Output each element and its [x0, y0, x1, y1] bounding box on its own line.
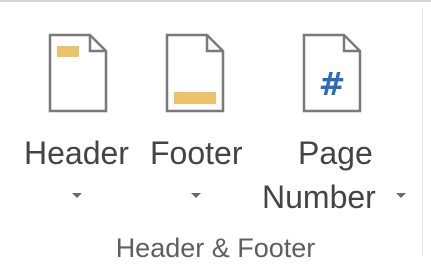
ribbon-group-header-footer: Header Footer # Page Number Header & Foo… [0, 0, 431, 269]
group-separator [422, 8, 423, 256]
footer-button[interactable]: Footer [146, 2, 256, 228]
hash-glyph: # [319, 65, 346, 103]
page-number-label-line1: Page [298, 135, 373, 171]
group-title: Header & Footer [115, 233, 316, 263]
page-number-icon: # [302, 33, 362, 113]
page-number-label-line2: Number [262, 179, 376, 215]
header-label: Header [24, 135, 129, 171]
footer-page-icon [165, 33, 225, 113]
page-number-dropdown-caret-icon[interactable] [396, 193, 406, 198]
header-button[interactable]: Header [18, 2, 138, 228]
header-dropdown-caret-icon[interactable] [72, 193, 82, 198]
footer-dropdown-caret-icon[interactable] [191, 193, 201, 198]
footer-label: Footer [150, 135, 243, 171]
header-page-icon [48, 33, 108, 113]
page-number-button[interactable]: # Page Number [260, 2, 416, 228]
